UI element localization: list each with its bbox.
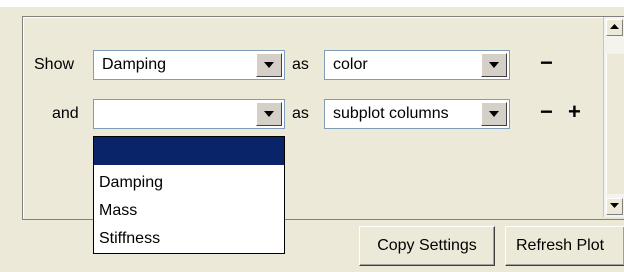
and-label: and [52, 105, 79, 122]
remove-row-button[interactable]: − [540, 52, 553, 74]
dropdown-option-label: Mass [99, 202, 138, 219]
as-label: as [292, 56, 309, 73]
scroll-down-icon [610, 203, 619, 208]
chevron-down-icon[interactable] [481, 53, 507, 77]
and-field-select[interactable] [93, 99, 285, 129]
dropdown-option-blank[interactable] [94, 137, 284, 165]
as-label: as [292, 105, 309, 122]
show-mapping-select[interactable]: color [324, 50, 510, 80]
copy-settings-button[interactable]: Copy Settings [359, 226, 495, 266]
dropdown-option-label: Damping [99, 174, 164, 191]
chevron-down-icon[interactable] [256, 102, 282, 126]
scroll-down-button[interactable] [606, 198, 623, 215]
scroll-up-button[interactable] [606, 19, 623, 36]
dropdown-option-damping[interactable]: Damping [94, 169, 284, 197]
and-mapping-value: subplot columns [333, 105, 449, 122]
refresh-plot-button[interactable]: Refresh Plot [505, 226, 624, 266]
show-mapping-value: color [333, 56, 368, 73]
dropdown-option-stiffness[interactable]: Stiffness [94, 225, 284, 253]
dropdown-option-label: Stiffness [99, 230, 161, 247]
show-label: Show [34, 56, 75, 73]
add-row-button[interactable]: + [568, 101, 581, 123]
show-field-select[interactable]: Damping [93, 50, 285, 80]
field-dropdown-list[interactable]: Damping Mass Stiffness [93, 136, 285, 254]
remove-row-button[interactable]: − [540, 101, 553, 123]
chevron-down-icon[interactable] [256, 53, 282, 77]
dropdown-option-mass[interactable]: Mass [94, 197, 284, 225]
vertical-scrollbar[interactable] [603, 17, 624, 217]
scroll-thumb[interactable] [606, 54, 624, 194]
top-band [0, 0, 624, 7]
show-field-value: Damping [102, 56, 167, 73]
chevron-down-icon[interactable] [481, 102, 507, 126]
scroll-up-icon [610, 24, 619, 29]
and-mapping-select[interactable]: subplot columns [324, 99, 510, 129]
